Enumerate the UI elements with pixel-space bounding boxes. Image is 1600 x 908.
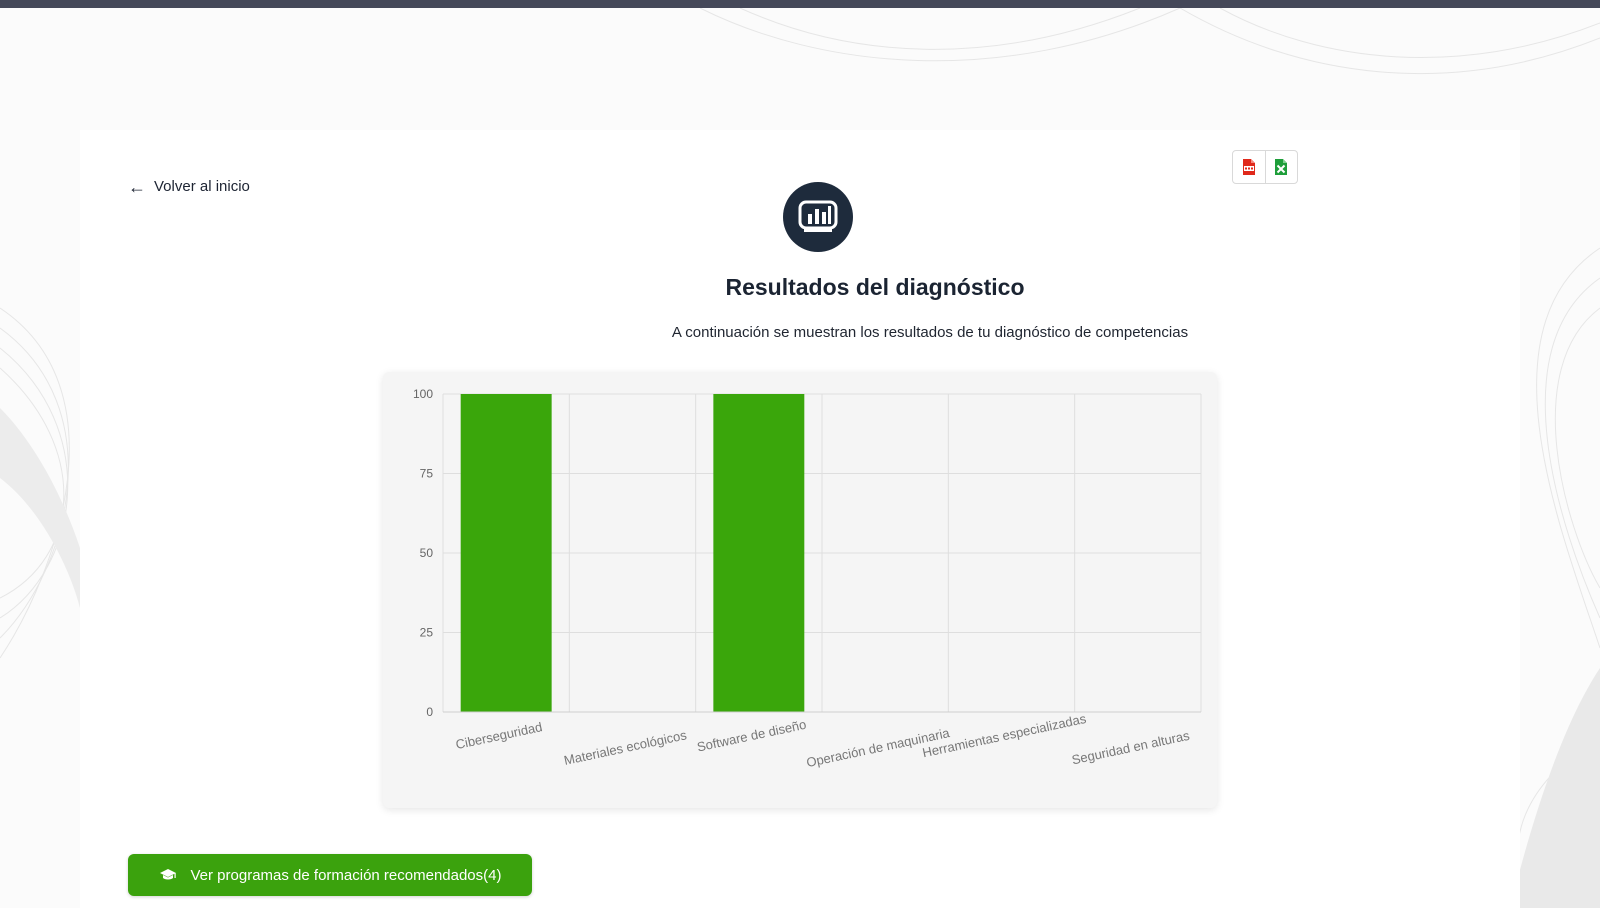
- back-to-home-link[interactable]: ← Volver al inicio: [128, 176, 250, 197]
- page-title: Resultados del diagnóstico: [725, 274, 1025, 300]
- arrow-left-icon: ←: [128, 176, 146, 197]
- bar-chart: 0 25 50 75 100 Ciberseguridad Materiales ecoló…: [413, 387, 1202, 770]
- pdf-file-icon: [1242, 159, 1255, 175]
- top-bar: [0, 0, 1600, 8]
- bar-chart-icon: [798, 200, 838, 232]
- results-badge: [783, 182, 853, 252]
- y-tick-label: 50: [420, 546, 434, 560]
- results-chart: 0 25 50 75 100 Ciberseguridad Materiales ecoló…: [383, 372, 1217, 808]
- bar: [460, 394, 552, 712]
- y-tick-label: 25: [420, 626, 434, 640]
- page-subtitle: A continuación se muestran los resultado…: [671, 324, 1189, 341]
- cta-label: Ver programas de formación recomendados(…: [190, 866, 502, 884]
- x-tick-label: Ciberseguridad: [454, 719, 543, 752]
- x-tick-label: Materiales ecológicos: [563, 727, 689, 768]
- y-tick-label: 0: [426, 705, 433, 719]
- x-tick-label: Software de diseño: [696, 717, 808, 755]
- y-tick-label: 100: [413, 387, 433, 401]
- recommended-programs-button[interactable]: Ver programas de formación recomendados(…: [128, 854, 532, 896]
- y-tick-label: 75: [420, 467, 434, 481]
- bar: [713, 394, 805, 712]
- excel-file-icon: [1275, 159, 1288, 175]
- export-excel-button[interactable]: [1264, 151, 1298, 183]
- graduation-cap-icon: [159, 868, 177, 882]
- back-link-label: Volver al inicio: [154, 178, 250, 195]
- export-pdf-button[interactable]: [1233, 151, 1265, 183]
- x-tick-label: Seguridad en alturas: [1070, 728, 1191, 768]
- export-button-group: [1232, 150, 1298, 184]
